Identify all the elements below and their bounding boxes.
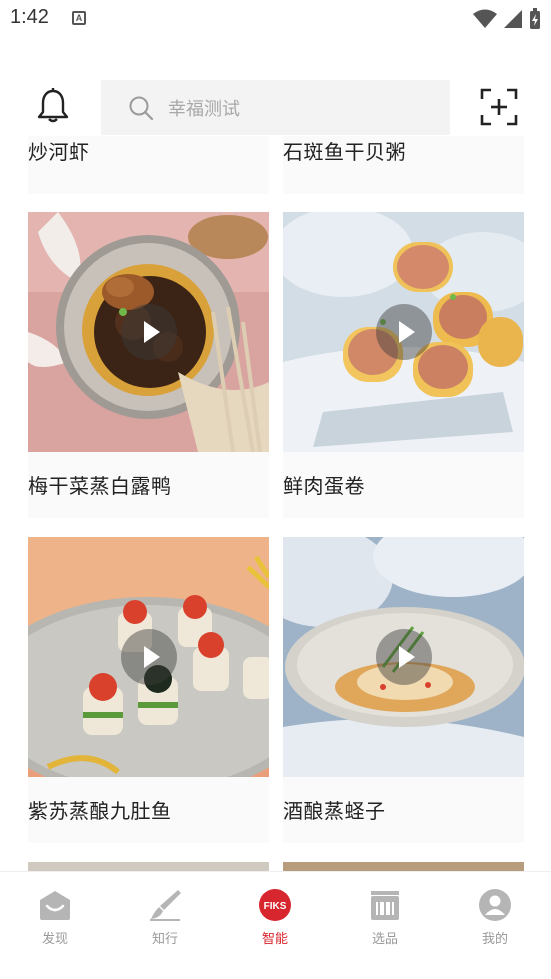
discover-icon <box>40 891 70 920</box>
nav-label: 智能 <box>261 932 288 947</box>
fiks-logo-text: FIKS <box>264 901 287 912</box>
signal-icon <box>504 10 522 28</box>
recipe-title: 梅干菜蒸白露鸭 <box>28 474 172 498</box>
recipe-thumbnail[interactable] <box>28 212 269 452</box>
stove-icon <box>371 891 399 920</box>
recipe-title: 石斑鱼干贝粥 <box>283 140 406 164</box>
nav-item-selection[interactable]: 选品 <box>330 888 440 947</box>
nav-label: 知行 <box>151 932 178 947</box>
nav-label: 选品 <box>371 932 398 947</box>
profile-icon <box>479 889 511 921</box>
wifi-icon <box>473 9 497 28</box>
notification-a-icon: A <box>72 11 86 25</box>
search-bar[interactable]: 幸福测试 <box>101 80 450 135</box>
recipe-title: 鲜肉蛋卷 <box>283 474 365 498</box>
play-button[interactable] <box>120 304 177 360</box>
status-bar: 1:42 A <box>0 0 551 40</box>
search-icon <box>129 96 154 120</box>
status-icons <box>473 8 541 30</box>
play-button[interactable] <box>375 304 432 360</box>
recipe-thumbnail[interactable] <box>283 537 524 777</box>
recipe-card[interactable]: 石斑鱼干贝粥 <box>283 136 524 194</box>
recipe-title: 酒酿蒸蛏子 <box>283 799 386 823</box>
nav-item-discover[interactable]: 发现 <box>0 888 110 947</box>
recipe-title: 炒河虾 <box>28 140 90 164</box>
recipe-card[interactable] <box>28 862 269 871</box>
recipe-card[interactable]: 紫苏蒸酿九肚鱼 <box>28 537 269 843</box>
scan-add-icon[interactable] <box>480 88 518 126</box>
recipe-card[interactable]: 鲜肉蛋卷 <box>283 212 524 518</box>
recipe-feed[interactable]: 炒河虾 石斑鱼干贝粥 梅干菜蒸白露鸭 鲜肉蛋卷 紫苏蒸酿九肚鱼 酒酿蒸蛏子 <box>0 136 551 871</box>
recipe-card[interactable]: 酒酿蒸蛏子 <box>283 537 524 843</box>
bottom-nav: 发现 知行 FIKS 智能 选品 我的 <box>0 871 551 979</box>
nav-item-practice[interactable]: 知行 <box>110 888 220 947</box>
recipe-thumbnail[interactable] <box>28 537 269 777</box>
recipe-thumbnail[interactable] <box>283 212 524 452</box>
bell-icon[interactable] <box>36 88 70 124</box>
battery-icon <box>530 8 540 29</box>
fiks-logo-icon: FIKS <box>259 889 291 921</box>
brush-icon <box>150 890 181 921</box>
play-button[interactable] <box>375 629 432 685</box>
top-bar: 幸福测试 <box>0 78 551 136</box>
recipe-card[interactable] <box>283 862 524 871</box>
nav-label: 发现 <box>41 932 68 947</box>
recipe-card[interactable]: 梅干菜蒸白露鸭 <box>28 212 269 518</box>
nav-label: 我的 <box>481 932 508 947</box>
recipe-title: 紫苏蒸酿九肚鱼 <box>28 799 172 823</box>
recipe-card[interactable]: 炒河虾 <box>28 136 269 194</box>
nav-item-smart[interactable]: FIKS 智能 <box>220 888 330 947</box>
nav-item-profile[interactable]: 我的 <box>440 888 550 947</box>
status-time: 1:42 <box>10 6 49 28</box>
search-input[interactable]: 幸福测试 <box>168 95 240 121</box>
play-button[interactable] <box>120 629 177 685</box>
